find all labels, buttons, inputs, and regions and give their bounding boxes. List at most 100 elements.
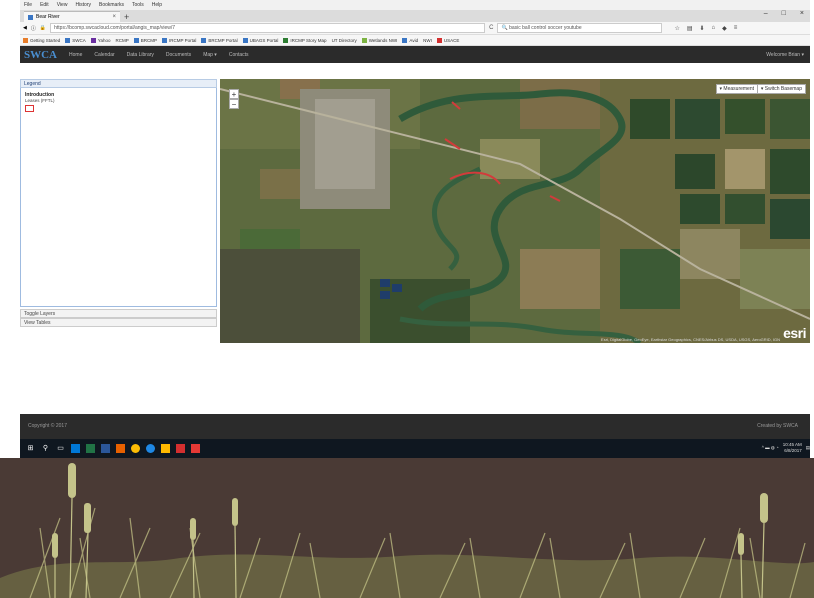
toggle-layers-accordion[interactable]: Toggle Layers (20, 309, 217, 318)
nav-map[interactable]: Map ▾ (203, 52, 217, 58)
close-window-icon[interactable]: × (800, 10, 804, 17)
bookmark-label: Getting Started (30, 37, 61, 43)
chrome-icon[interactable] (131, 444, 140, 453)
satellite-imagery (220, 79, 810, 343)
hamburger-menu-icon[interactable]: ≡ (734, 25, 738, 32)
bookmark-item[interactable]: Avid (402, 37, 419, 43)
bookmark-item[interactable]: BRCMP (133, 37, 157, 43)
bookmark-star-icon[interactable]: ☆ (674, 25, 679, 32)
bookmark-label: IRCMP Portal (168, 37, 197, 43)
bookmark-icon (161, 37, 167, 43)
bookmark-item[interactable]: Wetlands NWI (361, 37, 398, 43)
bookmark-item[interactable]: Getting Started (23, 37, 61, 43)
menu-view[interactable]: View (57, 2, 68, 8)
bookmark-icon (90, 37, 96, 43)
bookmark-label: IRCMP Story Map (290, 37, 327, 43)
taskbar-clock[interactable]: 10:45 AM 6/8/2017 (783, 442, 802, 454)
bookmark-label: Avid (409, 37, 419, 43)
acrobat-icon[interactable] (176, 444, 185, 453)
legend-layer-label: Leases (FFTL) (25, 98, 55, 103)
app-icon[interactable] (71, 444, 80, 453)
search-icon: 🔍 (501, 25, 510, 31)
bookmark-label: BRCMP Portal (208, 37, 238, 43)
bookmark-item[interactable]: RCMP (115, 38, 128, 43)
menu-tools[interactable]: Tools (132, 2, 144, 8)
measurement-button[interactable]: ▾ Measurement (715, 84, 758, 94)
bookmark-label: USACE (443, 37, 460, 43)
clock-date: 6/8/2017 (784, 448, 802, 453)
bookmark-item[interactable]: UT Directory (332, 38, 357, 43)
search-bar[interactable]: 🔍 basic ball control soccer youtube (497, 23, 663, 33)
maximize-icon[interactable]: □ (782, 10, 786, 17)
bookmark-item[interactable]: BRCMP Portal (201, 37, 238, 43)
bookmark-icon (242, 37, 248, 43)
back-icon[interactable]: ◀ (23, 25, 27, 31)
bookmark-icon (133, 37, 139, 43)
tray-icons[interactable]: ^ ▬ ◍ ◔ (762, 445, 779, 451)
browser-menubar: File Edit View History Bookmarks Tools H… (20, 0, 810, 10)
minimize-icon[interactable]: – (764, 10, 768, 17)
app-navbar: SWCA Home Calendar Data Library Document… (20, 46, 810, 63)
search-icon[interactable]: ⚲ (41, 444, 50, 453)
bookmark-item[interactable]: SWCA (65, 37, 86, 43)
nav-calendar[interactable]: Calendar (94, 52, 114, 58)
map-view[interactable]: + − ▾ Measurement ▾ Switch Basemap Esri,… (220, 79, 810, 343)
menu-file[interactable]: File (24, 2, 32, 8)
tab-favicon-icon (28, 14, 33, 20)
task-view-icon[interactable]: ▭ (56, 444, 65, 453)
home-icon[interactable]: ⌂ (712, 25, 716, 32)
url-bar[interactable]: https://bcomp.swcacloud.com/portal/angis… (50, 23, 486, 33)
credit-link[interactable]: Created by SWCA (757, 423, 798, 429)
reading-list-icon[interactable]: ▤ (687, 25, 693, 32)
app-icon[interactable] (191, 444, 200, 453)
new-tab-icon[interactable]: + (124, 12, 129, 22)
nav-documents[interactable]: Documents (166, 52, 191, 58)
url-text: https://bcomp.swcacloud.com/portal/angis… (54, 25, 176, 31)
info-icon[interactable]: ⓘ (31, 25, 36, 32)
menu-history[interactable]: History (75, 2, 91, 8)
zoom-control: + − (229, 89, 239, 109)
bookmark-item[interactable]: Yahoo (90, 37, 111, 43)
browser-navbar: ◀ ⓘ 🔒 https://bcomp.swcacloud.com/portal… (20, 22, 810, 35)
download-icon[interactable]: ⬇ (700, 25, 705, 32)
legend-body: Introduction Leases (FFTL) (20, 88, 217, 307)
bookmark-item[interactable]: UBAGS Portal (242, 37, 278, 43)
menu-bookmarks[interactable]: Bookmarks (99, 2, 124, 8)
firefox-icon[interactable] (116, 444, 125, 453)
zoom-in-button[interactable]: + (229, 89, 239, 99)
bookmark-label: Yahoo (97, 37, 111, 43)
bookmark-item[interactable]: USACE (436, 37, 460, 43)
bookmark-label: BRCMP (140, 37, 157, 43)
nav-home[interactable]: Home (69, 52, 82, 58)
bookmark-icon (65, 37, 71, 43)
nav-data-library[interactable]: Data Library (127, 52, 154, 58)
zoom-out-button[interactable]: − (229, 99, 239, 109)
bookmark-icon (361, 37, 367, 43)
bookmark-item[interactable]: IRCMP Portal (161, 37, 197, 43)
tab-close-icon[interactable]: × (112, 14, 116, 20)
app-icon[interactable] (146, 444, 155, 453)
switch-basemap-button[interactable]: ▾ Switch Basemap (756, 84, 806, 94)
lock-icon: 🔒 (39, 25, 47, 31)
menu-help[interactable]: Help (152, 2, 162, 8)
user-menu[interactable]: Welcome Brian ▾ (766, 52, 804, 58)
menu-edit[interactable]: Edit (40, 2, 49, 8)
nav-contacts[interactable]: Contacts (229, 52, 249, 58)
windows-start-icon[interactable]: ⊞ (26, 444, 35, 453)
tab-bear-river[interactable]: Bear River × (24, 11, 120, 22)
app-icon[interactable] (86, 444, 95, 453)
map-attribution: Esri, DigitalGlobe, GeoEye, Earthstar Ge… (601, 337, 780, 342)
bookmark-icon (402, 37, 408, 43)
bookmark-item[interactable]: NWI (423, 38, 432, 43)
reload-icon[interactable]: C (489, 25, 493, 31)
bookmark-item[interactable]: IRCMP Story Map (283, 37, 327, 43)
file-explorer-icon[interactable] (161, 444, 170, 453)
bookmark-icon (201, 37, 207, 43)
view-tables-accordion[interactable]: View Tables (20, 318, 217, 327)
app-icon[interactable] (101, 444, 110, 453)
legend-header[interactable]: Legend (20, 79, 217, 88)
swca-logo[interactable]: SWCA (20, 49, 57, 61)
bookmarks-bar: Getting Started SWCA Yahoo RCMP BRCMP IR… (20, 35, 810, 46)
bookmark-label: Wetlands NWI (368, 37, 398, 43)
pocket-icon[interactable]: ◆ (722, 25, 727, 32)
